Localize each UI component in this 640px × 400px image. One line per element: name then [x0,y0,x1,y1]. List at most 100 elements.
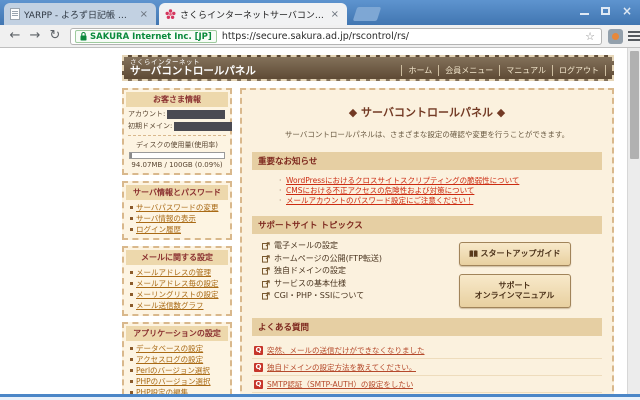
sidebar-link[interactable]: アクセスログの設定 [129,354,227,365]
sidebar-link[interactable]: ログイン履歴 [129,224,227,235]
notice-link[interactable]: WordPressにおけるクロスサイトスクリプティングの脆弱性について [278,176,602,186]
document-favicon-icon [10,8,20,20]
extension-icon[interactable] [608,29,623,44]
page-subtitle: サーバコントロールパネルは、さまざまな設定の確認や変更を行うことができます。 [252,129,602,140]
external-link-icon [262,280,270,288]
support-link[interactable]: 独自ドメインの設定 [262,265,427,278]
section-title: アプリケーションの設定 [126,326,228,341]
sidebar-link[interactable]: サーバ情報の表示 [129,213,227,224]
window-close-icon[interactable]: × [622,6,632,16]
section-title: 重要なお知らせ [258,155,317,167]
tab-yarpp[interactable]: YARPP - よろず日記帳 — W × [4,3,156,25]
question-icon [254,346,263,355]
online-manual-button[interactable]: サポート オンラインマニュアル [459,274,571,308]
initial-domain-label: 初期ドメイン: [128,121,172,131]
header-menu-item[interactable]: ログアウト [552,65,606,76]
header-menu-item[interactable]: ホーム [401,65,438,76]
new-tab-button[interactable] [353,7,382,21]
scrollbar-thumb[interactable] [630,51,639,159]
important-notices-list: WordPressにおけるクロスサイトスクリプティングの脆弱性についてCMSにお… [278,176,602,206]
sakura-favicon-icon [165,9,176,20]
tab-close-icon[interactable]: × [329,9,341,20]
support-links: 電子メールの設定 ホームページの公開(FTP転送) [252,240,427,308]
page-scrollbar[interactable] [627,48,640,394]
faq-header: よくある質問 [252,318,602,336]
question-icon [254,363,263,372]
online-manual-label: サポート オンラインマニュアル [475,281,555,301]
support-buttons: スタートアップガイド サポート オンラインマニュアル [427,240,602,308]
important-notices-header: 重要なお知らせ [252,152,602,170]
minimize-icon[interactable] [580,7,589,15]
account-label: アカウント: [128,109,165,119]
account-value-redacted [167,110,225,119]
security-badge[interactable]: SAKURA Internet Inc. [JP] [75,30,217,43]
question-icon [254,380,263,389]
startup-guide-label: スタートアップガイド [481,249,561,259]
bookmark-star-icon[interactable]: ☆ [585,30,595,43]
forward-icon[interactable]: → [26,28,44,43]
sidebar-link[interactable]: PHPのバージョン選択 [129,376,227,387]
support-link[interactable]: ホームページの公開(FTP転送) [262,253,427,266]
disk-usage-fill [130,153,132,158]
tab-title: さくらインターネットサーバコントロ [180,8,325,21]
site-container: さくらインターネット サーバコントロールパネル ホーム会員メニューマニュアルログ… [122,55,614,394]
book-icon [469,250,478,258]
faq-row: 独自ドメインの設定方法を教えてください。 [252,359,602,376]
tab-sakura-control-panel[interactable]: さくらインターネットサーバコントロ × [159,3,347,25]
external-link-icon [262,255,270,263]
support-link-label: ホームページの公開(FTP転送) [274,253,382,266]
sidebar-link[interactable]: Perlのバージョン選択 [129,365,227,376]
support-link-label: 独自ドメインの設定 [274,265,346,278]
chrome-menu-icon[interactable] [628,31,640,42]
startup-guide-button[interactable]: スタートアップガイド [459,242,571,266]
sidebar-link[interactable]: メールアドレスの管理 [129,267,227,278]
customer-info-box: お客さま情報 アカウント: 初期ドメイン: ディスクの使用量(使用率) 94.0 [122,88,232,175]
disk-usage-label: ディスクの使用量(使用率) [126,140,228,150]
sidebar-link[interactable]: サーバパスワードの変更 [129,202,227,213]
external-link-icon [262,267,270,275]
sidebar-link[interactable]: データベースの設定 [129,343,227,354]
faq-link[interactable]: 突然、メールの送信だけができなくなりました [267,345,425,356]
support-topics: 電子メールの設定 ホームページの公開(FTP転送) [252,240,602,308]
brand-large: サーバコントロールパネル [130,66,256,77]
browser-toolbar: ← → ↻ SAKURA Internet Inc. [JP] https://… [0,25,640,48]
support-link[interactable]: サービスの基本仕様 [262,278,427,291]
reload-icon[interactable]: ↻ [46,28,64,43]
sidebar-section-application: アプリケーションの設定 データベースの設定アクセスログの設定Perlのバージョン… [122,322,232,394]
sidebar-section-mail: メールに関する設定 メールアドレスの管理メールアドレス毎の設定メーリングリストの… [122,246,232,316]
maximize-icon[interactable] [601,7,610,15]
tab-close-icon[interactable]: × [138,9,150,20]
disk-usage-value: 94.07MB / 100GB (0.09%) [126,161,228,171]
address-bar[interactable]: SAKURA Internet Inc. [JP] https://secure… [70,28,602,45]
header-menu-item[interactable]: マニュアル [499,65,552,76]
notice-link[interactable]: CMSにおける不正アクセスの危険性および対策について [278,186,602,196]
section-title: よくある質問 [258,321,309,333]
sidebar-link[interactable]: メール送信数グラフ [129,300,227,311]
divider [128,135,226,136]
sidebar-link[interactable]: メーリングリストの設定 [129,289,227,300]
tab-title: YARPP - よろず日記帳 — W [24,8,134,21]
page-title: ◆ サーバコントロールパネル ◆ [252,104,602,120]
section-title: サポートサイト トピックス [258,219,363,231]
header-menu-item[interactable]: 会員メニュー [438,65,499,76]
section-title: メールに関する設定 [126,250,228,265]
faq-link[interactable]: SMTP認証（SMTP-AUTH）の設定をしたい [267,379,413,390]
support-link[interactable]: CGI・PHP・SSIについて [262,290,427,303]
back-icon[interactable]: ← [6,28,24,43]
domain-value-redacted [174,122,232,131]
header-menu: ホーム会員メニューマニュアルログアウト [401,65,606,76]
customer-info-title: お客さま情報 [126,92,228,107]
support-link[interactable]: 電子メールの設定 [262,240,427,253]
notice-link[interactable]: メールアカウントのパスワード設定にご注意ください！ [278,196,602,206]
faq-link[interactable]: 独自ドメインの設定方法を教えてください。 [267,362,416,373]
support-link-label: 電子メールの設定 [274,240,338,253]
disk-usage-bar [129,152,225,159]
faq-row: 突然、メールの送信だけができなくなりました [252,342,602,359]
faq-list: 突然、メールの送信だけができなくなりました 独自ドメインの設定方法を教えてくださ… [252,342,602,394]
sidebar-link[interactable]: メールアドレス毎の設定 [129,278,227,289]
sidebar-link[interactable]: PHP設定の編集 [129,387,227,394]
padlock-icon [80,32,87,41]
security-badge-label: SAKURA Internet Inc. [JP] [90,32,212,42]
page-viewport: さくらインターネット サーバコントロールパネル ホーム会員メニューマニュアルログ… [0,48,627,394]
site-header: さくらインターネット サーバコントロールパネル ホーム会員メニューマニュアルログ… [122,55,614,81]
